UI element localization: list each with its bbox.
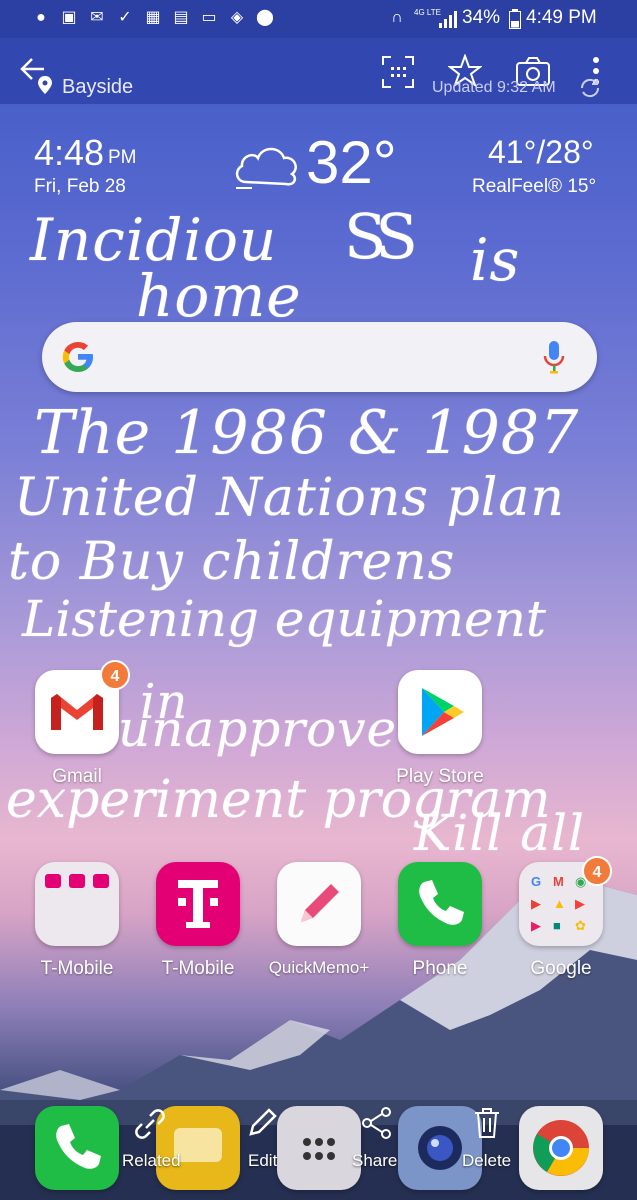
youtube-mini-icon: ▶ bbox=[531, 896, 541, 911]
image-icon: ▦ bbox=[145, 9, 161, 26]
phone-icon bbox=[419, 880, 464, 925]
gallery-icon: ◈ bbox=[230, 9, 244, 26]
share-action[interactable]: Share bbox=[352, 1151, 397, 1171]
apps-grid-icon bbox=[303, 1138, 335, 1160]
quickmemo-app[interactable] bbox=[277, 862, 361, 946]
play-movies-mini-icon: ▶ bbox=[531, 918, 541, 933]
handwriting-line: is bbox=[470, 226, 521, 294]
app-label: QuickMemo+ bbox=[268, 958, 370, 977]
google-mini-icon: G bbox=[531, 874, 542, 889]
headphones-icon: ∩ bbox=[391, 9, 403, 26]
tmobile-app[interactable] bbox=[156, 862, 240, 946]
tmobile-mini-icon bbox=[69, 874, 85, 888]
photos-mini-icon: ✿ bbox=[575, 918, 586, 933]
share-icon[interactable] bbox=[360, 1106, 394, 1145]
app-label: T-Mobile bbox=[40, 958, 114, 979]
related-action[interactable]: Related bbox=[122, 1151, 181, 1171]
dock-messages-app[interactable] bbox=[156, 1106, 240, 1190]
notification-badge: 4 bbox=[100, 660, 130, 690]
tmobile-logo-icon bbox=[178, 880, 218, 928]
screen-capture-icon[interactable] bbox=[382, 56, 414, 93]
status-time: 4:49 PM bbox=[526, 7, 597, 28]
battery-icon bbox=[509, 9, 521, 34]
gmail-mini-icon: M bbox=[553, 874, 564, 889]
signal-icon bbox=[438, 9, 458, 34]
app-label: Google bbox=[530, 958, 592, 979]
delete-action[interactable]: Delete bbox=[462, 1151, 511, 1171]
updated-time: Updated 9:32 AM bbox=[432, 79, 556, 96]
widget-ampm: PM bbox=[108, 147, 137, 168]
widget-date: Fri, Feb 28 bbox=[34, 176, 126, 197]
play-store-app[interactable] bbox=[398, 670, 482, 754]
edit-action[interactable]: Edit bbox=[248, 1151, 277, 1171]
cloud-icon bbox=[232, 138, 304, 195]
handwriting-line: The 1986 & 1987 bbox=[34, 398, 580, 468]
pencil-icon bbox=[301, 884, 339, 922]
message-icon bbox=[174, 1128, 222, 1162]
app-label: T-Mobile bbox=[161, 958, 235, 979]
phone-icon bbox=[56, 1124, 101, 1169]
dock-apps-drawer[interactable] bbox=[277, 1106, 361, 1190]
handwriting-line: unapproved bbox=[118, 700, 431, 758]
google-g-icon bbox=[60, 339, 96, 380]
tmobile-mini-icon bbox=[93, 874, 109, 888]
notification-icon: ▣ bbox=[61, 9, 77, 26]
mail-icon: ▤ bbox=[173, 9, 189, 26]
edit-pencil-icon[interactable] bbox=[245, 1106, 279, 1145]
handwriting-line: home bbox=[136, 262, 302, 330]
handwriting-mark: SS bbox=[344, 200, 418, 273]
play-music-mini-icon: ▶ bbox=[575, 896, 585, 911]
link-icon[interactable] bbox=[132, 1106, 168, 1147]
widget-temperature: 32° bbox=[306, 129, 397, 196]
dock-camera-app[interactable] bbox=[398, 1106, 482, 1190]
google-search-bar[interactable] bbox=[42, 322, 597, 392]
location-name[interactable]: Bayside bbox=[62, 76, 133, 99]
microphone-icon[interactable] bbox=[542, 340, 566, 379]
drive-mini-icon: ▲ bbox=[553, 896, 566, 911]
notification-badge: 4 bbox=[582, 856, 612, 886]
widget-realfeel: RealFeel® 15° bbox=[472, 176, 597, 197]
phone-app[interactable] bbox=[398, 862, 482, 946]
handwriting-line: United Nations plan bbox=[14, 468, 565, 528]
tmobile-folder[interactable] bbox=[35, 862, 119, 946]
dock-phone-app[interactable] bbox=[35, 1106, 119, 1190]
handwriting-line: Kill all bbox=[414, 804, 586, 862]
handwriting-line: to Buy childrens bbox=[8, 532, 456, 592]
notification-icon: ● bbox=[36, 9, 46, 26]
camera-lens-icon bbox=[418, 1126, 462, 1170]
location-pin-icon bbox=[38, 76, 52, 99]
gmail-icon: ✉ bbox=[90, 9, 104, 26]
network-type: 4G LTE bbox=[414, 8, 441, 17]
dock-chrome-app[interactable] bbox=[519, 1106, 603, 1190]
check-icon: ✓ bbox=[118, 9, 132, 26]
duo-mini-icon: ■ bbox=[553, 918, 561, 933]
status-bar: ● ▣ ✉ ✓ ▦ ▤ ▭ ◈ ⬤ ∩ 4G LTE 34% 4:49 PM bbox=[0, 0, 637, 38]
app-label: Phone bbox=[412, 958, 468, 979]
trash-icon[interactable] bbox=[472, 1106, 502, 1145]
location-icon: ⬤ bbox=[256, 9, 274, 26]
widget-high-low: 41°/28° bbox=[488, 134, 594, 170]
battery-percent: 34% bbox=[462, 7, 501, 28]
app-bar: Bayside Updated 9:32 AM bbox=[0, 38, 637, 104]
chrome-icon bbox=[533, 1120, 589, 1176]
play-store-icon bbox=[422, 688, 464, 736]
tmobile-mini-icon bbox=[45, 874, 61, 888]
refresh-icon[interactable] bbox=[578, 76, 602, 105]
widget-time: 4:48 bbox=[34, 132, 105, 173]
handwriting-line: Listening equipment bbox=[22, 590, 546, 648]
voicemail-icon: ▭ bbox=[201, 9, 217, 26]
